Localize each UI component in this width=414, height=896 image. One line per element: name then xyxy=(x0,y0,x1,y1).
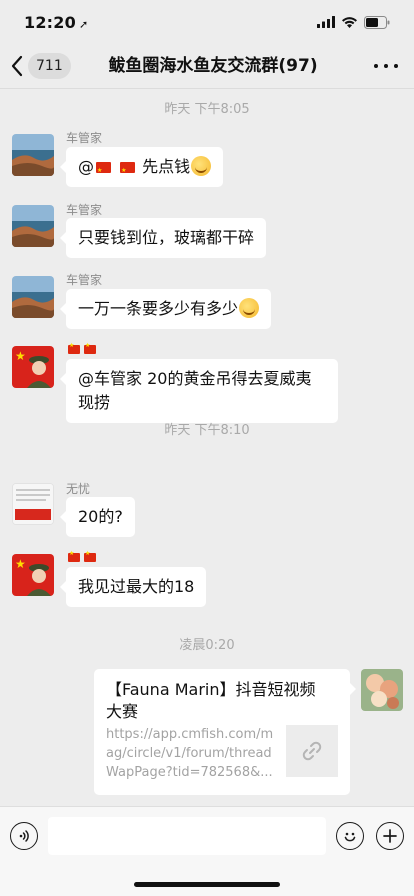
message-text: 我见过最大的18 xyxy=(78,577,195,596)
chain-link-icon xyxy=(302,741,322,761)
emoji-button[interactable] xyxy=(336,822,364,850)
header-divider xyxy=(0,88,414,89)
avatar-image-coast xyxy=(12,134,54,176)
message-text: 一万一条要多少有多少 xyxy=(78,299,239,318)
status-time: 12:20 ➚ xyxy=(24,13,88,32)
more-options-button[interactable] xyxy=(374,56,398,76)
avatar-wuyou[interactable] xyxy=(12,483,54,525)
link-title: 【Fauna Marin】抖音短视频 大赛 xyxy=(106,679,338,723)
back-button[interactable]: 711 xyxy=(10,52,71,80)
voice-input-button[interactable] xyxy=(10,822,38,850)
dot xyxy=(374,64,378,68)
message-bubble[interactable]: 一万一条要多少有多少 xyxy=(59,289,272,329)
link-url-line: https://app.cmfish.com/m xyxy=(106,727,274,742)
sender-name: 无忧 xyxy=(66,482,91,496)
location-arrow-icon: ➚ xyxy=(78,17,89,31)
battery-icon xyxy=(364,15,390,29)
cellular-signal-icon xyxy=(317,16,335,28)
link-url-line: ag/circle/v1/forum/thread xyxy=(106,746,272,761)
sender-name-flags xyxy=(66,342,98,356)
laughing-crying-emoji-icon xyxy=(191,156,212,176)
chevron-left-icon xyxy=(11,55,23,77)
china-flag-icon xyxy=(84,342,96,354)
laughing-crying-emoji-icon xyxy=(239,298,260,318)
sender-name: 车管家 xyxy=(66,131,103,145)
message-text: @ xyxy=(78,157,94,176)
message-bubble[interactable]: @ 先点钱 xyxy=(59,147,224,187)
wifi-icon xyxy=(342,17,357,28)
timestamp-label: 昨天 下午8:05 xyxy=(164,102,250,117)
smiley-face-icon xyxy=(344,832,356,842)
home-indicator[interactable] xyxy=(134,882,280,887)
china-flag-icon xyxy=(84,550,96,562)
message-text: 只要钱到位，玻璃都干碎 xyxy=(78,228,255,247)
sender-name: 车管家 xyxy=(66,203,103,217)
message-bubble[interactable]: 20的? xyxy=(60,497,135,537)
avatar-image-flowers xyxy=(361,669,403,711)
chat-header: 711 鲅鱼圈海水鱼友交流群(97) xyxy=(0,44,414,88)
link-url-line: WapPage?tid=782568&... xyxy=(106,765,273,780)
message-text: 先点钱 xyxy=(137,157,191,176)
china-flag-icon xyxy=(68,550,80,562)
status-icons xyxy=(317,15,390,29)
china-flag-icon xyxy=(68,342,80,354)
link-title-line: 大赛 xyxy=(106,702,139,721)
dot xyxy=(384,64,388,68)
my-avatar[interactable] xyxy=(361,669,403,711)
message-bubble[interactable]: @车管家 20的黄金吊得去夏威夷 现捞 xyxy=(60,359,338,423)
avatar-soldier[interactable]: ★ xyxy=(12,554,54,596)
china-flag-icon xyxy=(96,159,111,183)
avatar-chegaunjia[interactable] xyxy=(12,276,54,318)
china-flag-icon xyxy=(120,159,136,183)
timestamp-label: 凌晨0:20 xyxy=(179,638,235,653)
message-input[interactable] xyxy=(48,817,326,855)
timestamp-label: 昨天 下午8:10 xyxy=(164,423,250,438)
clock: 12:20 xyxy=(24,12,76,32)
link-thumbnail xyxy=(286,725,338,777)
avatar-chegaunjia[interactable] xyxy=(12,134,54,176)
dot xyxy=(394,64,398,68)
message-bubble[interactable]: 只要钱到位，玻璃都干碎 xyxy=(59,218,267,258)
avatar-soldier[interactable]: ★ xyxy=(12,346,54,388)
link-title-line: 【Fauna Marin】抖音短视频 xyxy=(106,680,316,699)
voice-icon xyxy=(19,830,29,842)
avatar-image-text xyxy=(13,484,53,524)
avatar-image-soldier: ★ xyxy=(12,554,54,596)
svg-text:★: ★ xyxy=(15,349,26,363)
link-url: https://app.cmfish.com/m ag/circle/v1/fo… xyxy=(106,725,274,782)
message-text-line: 现捞 xyxy=(78,393,111,412)
shared-link-card[interactable]: 【Fauna Marin】抖音短视频 大赛 https://app.cmfish… xyxy=(94,669,356,795)
chat-title-text: 鲅鱼圈海水鱼友交流群(97) xyxy=(108,56,318,76)
chat-title: 鲅鱼圈海水鱼友交流群(97) xyxy=(100,44,326,88)
message-text: 20的? xyxy=(78,507,123,526)
sender-name-flags xyxy=(66,550,98,564)
svg-text:★: ★ xyxy=(15,557,26,571)
sender-name: 车管家 xyxy=(66,273,103,287)
avatar-image-coast xyxy=(12,276,54,318)
more-functions-button[interactable] xyxy=(376,822,404,850)
avatar-chegaunjia[interactable] xyxy=(12,205,54,247)
message-text-line: @车管家 20的黄金吊得去夏威夷 xyxy=(78,369,312,388)
avatar-image-coast xyxy=(12,205,54,247)
avatar-image-soldier: ★ xyxy=(12,346,54,388)
plus-icon xyxy=(383,829,397,843)
message-bubble[interactable]: 我见过最大的18 xyxy=(59,567,207,607)
status-bar: 12:20 ➚ xyxy=(0,0,414,44)
unread-count-badge: 711 xyxy=(28,53,71,79)
